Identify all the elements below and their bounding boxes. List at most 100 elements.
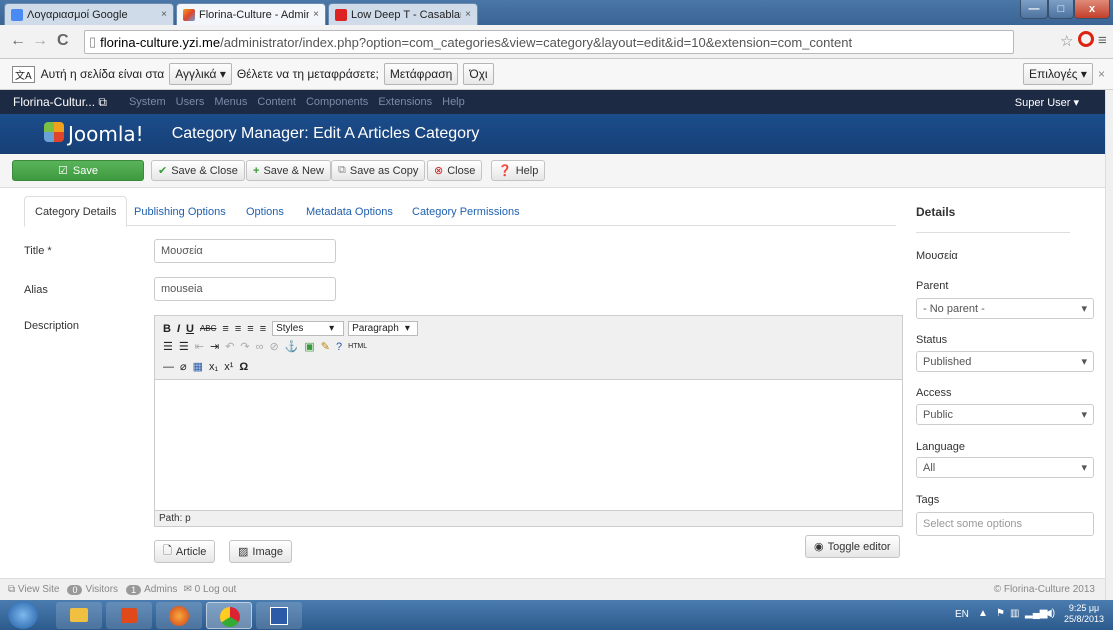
no-translate-button[interactable]: Όχι [463, 63, 494, 85]
superscript-icon[interactable]: x¹ [224, 361, 233, 373]
underline-icon[interactable]: U [186, 323, 194, 335]
menu-content[interactable]: Content [257, 96, 296, 108]
alias-input[interactable]: mouseia [154, 277, 336, 301]
close-tab-icon[interactable]: × [465, 9, 471, 20]
indent-icon[interactable]: ⇥ [210, 340, 219, 353]
special-char-icon[interactable]: Ω [239, 361, 248, 373]
firefox-taskbar-icon[interactable] [156, 602, 202, 629]
language-select[interactable]: All ▾ [916, 457, 1094, 478]
anchor-icon[interactable]: ⚓ [285, 340, 299, 353]
undo-icon[interactable]: ↶ [225, 340, 234, 353]
save-close-button[interactable]: ✔ Save & Close [151, 160, 245, 181]
url-input[interactable]: ▯ florina-culture.yzi.me/administrator/i… [84, 30, 1014, 54]
description-editor[interactable]: B I U ABC ≡ ≡ ≡ ≡ Styles ▾ Paragraph ▾ ☰ ☰… [154, 315, 903, 527]
translate-options-button[interactable]: Επιλογές ▾ [1023, 63, 1093, 85]
view-site-link[interactable]: ⧉ View Site [8, 584, 59, 595]
image-button[interactable]: ▨ Image [229, 540, 292, 563]
close-tab-icon[interactable]: × [313, 9, 319, 20]
star-icon[interactable]: ☆ [1060, 32, 1073, 50]
bold-icon[interactable]: B [163, 323, 171, 335]
browser-tab-google[interactable]: Λογαριασμοί Google × [4, 3, 174, 25]
tab-metadata-options[interactable]: Metadata Options [296, 196, 403, 227]
close-tab-icon[interactable]: × [161, 9, 167, 20]
tab-options[interactable]: Options [236, 196, 294, 227]
explorer-taskbar-icon[interactable] [56, 602, 102, 629]
insert-image-icon[interactable]: ▣ [304, 340, 314, 353]
align-justify-icon[interactable]: ≡ [260, 323, 266, 335]
parent-select[interactable]: - No parent - ▾ [916, 298, 1094, 319]
translate-button[interactable]: Μετάφραση [383, 63, 459, 85]
keyboard-language[interactable]: EN [955, 609, 969, 620]
help-button[interactable]: ❓ Help [491, 160, 546, 181]
unlink-icon[interactable]: ⊘ [269, 340, 278, 353]
close-button[interactable]: ⊗ Close [427, 160, 483, 181]
remove-format-icon[interactable]: ⌀ [180, 360, 187, 373]
tab-category-permissions[interactable]: Category Permissions [402, 196, 530, 227]
toggle-editor-button[interactable]: ◉ Toggle editor [805, 535, 900, 558]
horizontal-rule-icon[interactable]: — [163, 361, 174, 373]
flag-icon[interactable]: ⚑ [996, 608, 1005, 619]
cleanup-icon[interactable]: ✎ [321, 340, 330, 353]
redo-icon[interactable]: ↷ [240, 340, 249, 353]
bullet-list-icon[interactable]: ☰ [163, 340, 173, 353]
tab-publishing-options[interactable]: Publishing Options [124, 196, 236, 227]
html-source-icon[interactable]: HTML [348, 343, 367, 350]
help-icon[interactable]: ? [336, 341, 342, 353]
link-icon[interactable]: ∞ [256, 341, 264, 353]
table-icon[interactable]: ▦ [193, 360, 203, 373]
tab-category-details[interactable]: Category Details [24, 196, 128, 227]
network-icon[interactable]: ▥ [1010, 608, 1019, 619]
access-select[interactable]: Public ▾ [916, 404, 1094, 425]
status-select[interactable]: Published ▾ [916, 351, 1094, 372]
browser-tab-youtube[interactable]: Low Deep T - Casablanca × [328, 3, 478, 25]
save-button[interactable]: ☑ Save [12, 160, 144, 181]
align-right-icon[interactable]: ≡ [247, 323, 253, 335]
page-scrollbar[interactable] [1105, 90, 1113, 600]
browser-tab-florina[interactable]: Florina-Culture - Administ × [176, 3, 326, 25]
start-button[interactable] [8, 601, 38, 629]
strikethrough-icon[interactable]: ABC [200, 324, 216, 333]
word-taskbar-icon[interactable] [256, 602, 302, 629]
outdent-icon[interactable]: ⇤ [195, 340, 204, 353]
numbered-list-icon[interactable]: ☰ [179, 340, 189, 353]
menu-icon[interactable]: ≡ [1098, 32, 1107, 49]
align-center-icon[interactable]: ≡ [235, 323, 241, 335]
reload-icon[interactable]: C [57, 32, 69, 50]
joomla-favicon-icon [183, 8, 195, 21]
volume-icon[interactable]: ◀) [1044, 608, 1055, 619]
menu-system[interactable]: System [129, 96, 166, 108]
language-dropdown[interactable]: Αγγλικά ▾ [169, 63, 232, 85]
tags-input[interactable]: Select some options [916, 512, 1094, 536]
italic-icon[interactable]: I [177, 323, 180, 335]
menu-components[interactable]: Components [306, 96, 368, 108]
tray-arrow-icon[interactable]: ▲ [978, 608, 988, 619]
menu-extensions[interactable]: Extensions [378, 96, 432, 108]
close-window-button[interactable]: x [1074, 0, 1110, 19]
chrome-taskbar-icon[interactable] [206, 602, 252, 629]
menu-help[interactable]: Help [442, 96, 465, 108]
forward-arrow-icon[interactable]: → [32, 32, 48, 50]
menu-users[interactable]: Users [176, 96, 205, 108]
menu-menus[interactable]: Menus [214, 96, 247, 108]
save-new-button[interactable]: + Save & New [246, 160, 331, 181]
site-link[interactable]: Florina-Cultur... ⧉ [13, 95, 107, 110]
save-copy-button[interactable]: ⧉ Save as Copy [331, 160, 426, 181]
details-name: Μουσεία [916, 250, 958, 262]
title-input[interactable]: Μουσεία [154, 239, 336, 263]
article-button[interactable]: 🗋 Article [154, 540, 216, 563]
external-link-icon: ⧉ [8, 584, 16, 595]
status-label: Status [916, 334, 948, 346]
opera-extension-icon[interactable] [1078, 31, 1094, 47]
format-dropdown[interactable]: Paragraph ▾ [348, 321, 419, 336]
minimize-button[interactable]: — [1020, 0, 1048, 19]
user-menu[interactable]: Super User ▾ [1015, 96, 1079, 109]
subscript-icon[interactable]: x₁ [209, 361, 218, 373]
media-player-taskbar-icon[interactable] [106, 602, 152, 629]
maximize-button[interactable]: □ [1048, 0, 1074, 19]
logout-link[interactable]: ✉ 0 Log out [183, 584, 236, 595]
translate-close-icon[interactable]: × [1098, 67, 1105, 81]
clock[interactable]: 9:25 μμ 25/8/2013 [1064, 603, 1104, 625]
back-arrow-icon[interactable]: ← [10, 32, 26, 50]
align-left-icon[interactable]: ≡ [222, 323, 228, 335]
styles-dropdown[interactable]: Styles ▾ [272, 321, 345, 336]
